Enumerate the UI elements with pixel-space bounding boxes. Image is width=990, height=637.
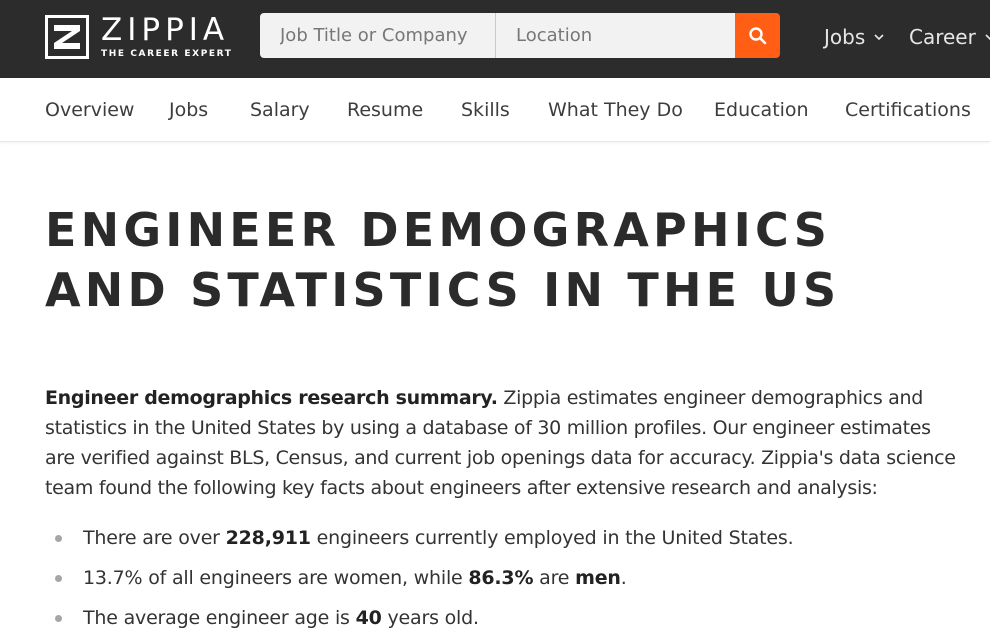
job-title-input[interactable] — [260, 13, 496, 58]
tab-jobs[interactable]: Jobs — [169, 98, 208, 122]
tab-resume[interactable]: Resume — [347, 98, 423, 122]
nav-career-label: Career — [909, 25, 976, 49]
brand-name: ZIPPIA — [101, 12, 230, 48]
summary-lead: Engineer demographics research summary. — [45, 387, 498, 409]
section-nav: Overview Jobs Salary Resume Skills What … — [0, 78, 990, 142]
list-item: There are over 228,911 engineers current… — [55, 523, 794, 563]
list-item: The average engineer age is 40 years old… — [55, 603, 793, 637]
key-facts-list: There are over 228,911 engineers current… — [55, 523, 794, 637]
zippia-logo-icon — [45, 15, 89, 59]
tab-salary[interactable]: Salary — [250, 98, 310, 122]
employment-count: 228,911 — [225, 527, 311, 549]
search-button[interactable] — [735, 13, 780, 58]
zippia-logo[interactable]: ZIPPIA THE CAREER EXPERT — [45, 14, 233, 60]
tab-what-they-do[interactable]: What They Do — [548, 98, 683, 122]
nav-career-menu[interactable]: Career — [909, 22, 990, 52]
chevron-down-icon — [985, 34, 990, 41]
top-bar: ZIPPIA THE CAREER EXPERT Jobs Career — [0, 0, 990, 78]
average-age: 40 — [355, 607, 382, 629]
tab-certifications[interactable]: Certifications — [845, 98, 971, 122]
list-item: 13.7% of all engineers are women, while … — [55, 563, 793, 603]
tab-overview[interactable]: Overview — [45, 98, 134, 122]
search-bar — [260, 13, 780, 58]
nav-jobs-menu[interactable]: Jobs — [824, 22, 885, 52]
summary-paragraph: Engineer demographics research summary. … — [45, 383, 965, 503]
tab-education[interactable]: Education — [714, 98, 809, 122]
men-percentage: 86.3% — [468, 567, 534, 589]
nav-jobs-label: Jobs — [824, 25, 866, 49]
search-icon — [748, 26, 766, 44]
men-label: men — [575, 567, 621, 589]
tab-skills[interactable]: Skills — [461, 98, 510, 122]
page-title: ENGINEER DEMOGRAPHICS AND STATISTICS IN … — [45, 203, 841, 317]
location-input[interactable] — [496, 13, 735, 58]
chevron-down-icon — [874, 34, 884, 41]
brand-tagline: THE CAREER EXPERT — [101, 49, 233, 59]
